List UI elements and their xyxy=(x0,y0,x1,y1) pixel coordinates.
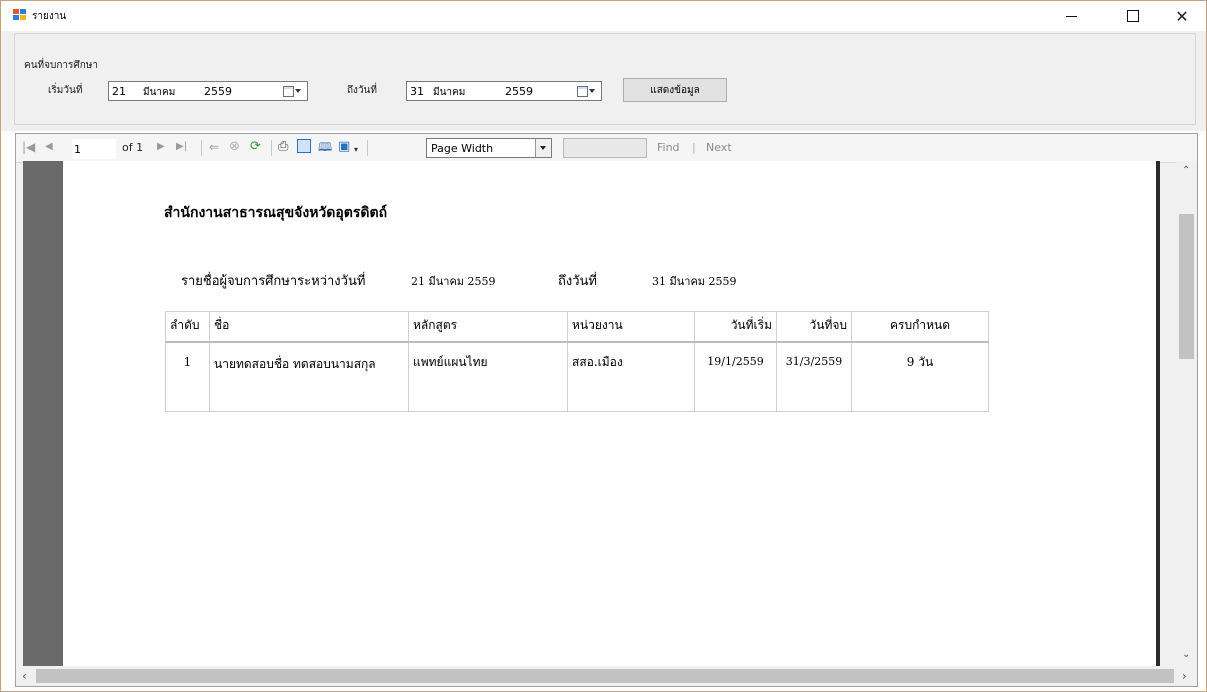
column-header: ชื่อ xyxy=(209,311,409,343)
find-text-input[interactable] xyxy=(563,138,647,158)
page-count: of 1 xyxy=(122,141,144,154)
row-name: นายทดสอบชื่อ ทดสอบนามสกุล xyxy=(209,341,409,412)
report-toolbar: |◀ ◀ of 1 ▶ ▶| ⇐ ⊗ ⟳ ⎙ 🕮 ▣ ▾ Page Width … xyxy=(16,134,1197,163)
horizontal-scroll-thumb[interactable] xyxy=(36,669,1174,683)
graduates-table: ลำดับ ชื่อ หลักสูตร หน่วยงาน วันที่เริ่ม… xyxy=(165,311,989,412)
vertical-scroll-thumb[interactable] xyxy=(1179,214,1194,359)
row-duration: 9 วัน xyxy=(851,341,989,412)
current-page-input[interactable] xyxy=(72,139,116,159)
column-header: ครบกำหนด xyxy=(851,311,989,343)
end-date-picker[interactable]: 31 มีนาคม 2559 xyxy=(406,81,602,101)
zoom-value: Page Width xyxy=(431,142,494,155)
next-page-icon[interactable]: ▶ xyxy=(157,140,165,154)
previous-page-icon[interactable]: ◀ xyxy=(45,140,53,154)
close-button[interactable]: ✕ xyxy=(1159,1,1205,31)
window-title: รายงาน xyxy=(32,11,67,22)
end-month[interactable]: มีนาคม xyxy=(433,85,465,100)
scroll-down-icon[interactable]: ⌄ xyxy=(1182,649,1190,660)
row-end-date: 31/3/2559 xyxy=(776,341,852,412)
minimize-button[interactable] xyxy=(1048,1,1094,31)
column-header: ลำดับ xyxy=(165,311,210,343)
report-page xyxy=(63,161,1159,666)
end-date-dropdown[interactable] xyxy=(575,85,597,97)
first-page-icon[interactable]: |◀ xyxy=(22,140,35,154)
print-icon[interactable]: ⎙ xyxy=(278,140,288,154)
column-header: หน่วยงาน xyxy=(567,311,695,343)
calendar-icon xyxy=(283,86,294,97)
show-data-button[interactable]: แสดงข้อมูล xyxy=(623,78,727,102)
end-year[interactable]: 2559 xyxy=(505,85,533,98)
page-setup-icon[interactable]: 🕮 xyxy=(318,140,332,154)
page-edge xyxy=(1156,161,1160,666)
print-layout-icon[interactable] xyxy=(297,139,311,153)
report-canvas xyxy=(23,161,1160,666)
find-separator: | xyxy=(692,141,696,154)
list-title: รายชื่อผู้จบการศึกษาระหว่างวันที่ xyxy=(181,274,366,289)
app-icon xyxy=(13,9,27,21)
row-course: แพทย์แผนไทย xyxy=(408,341,568,412)
chevron-down-icon xyxy=(295,89,301,93)
organization-title: สำนักงานสาธารณสุขจังหวัดอุตรดิตถ์ xyxy=(164,205,388,221)
table-row: 1 นายทดสอบชื่อ ทดสอบนามสกุล แพทย์แผนไทย … xyxy=(165,341,989,412)
minimize-icon xyxy=(1065,15,1077,17)
maximize-icon xyxy=(1127,10,1139,22)
horizontal-scrollbar[interactable]: ‹ › xyxy=(16,666,1197,686)
toolbar-separator xyxy=(201,140,202,156)
graduates-groupbox xyxy=(14,33,1196,125)
table-header-row: ลำดับ ชื่อ หลักสูตร หน่วยงาน วันที่เริ่ม… xyxy=(165,311,989,343)
title-bar: รายงาน ✕ xyxy=(1,1,1206,31)
toolbar-separator xyxy=(367,140,368,156)
scroll-left-icon[interactable]: ‹ xyxy=(22,669,27,683)
end-date-label: ถึงวันที่ xyxy=(347,85,377,96)
row-start-date: 19/1/2559 xyxy=(694,341,777,412)
scroll-right-icon[interactable]: › xyxy=(1182,669,1187,683)
find-link[interactable]: Find xyxy=(657,141,680,154)
scroll-up-icon[interactable]: ⌃ xyxy=(1182,165,1190,176)
start-date-picker[interactable]: 21 มีนาคม 2559 xyxy=(108,81,308,101)
column-header: วันที่เริ่ม xyxy=(694,311,777,343)
column-header: วันที่จบ xyxy=(776,311,852,343)
vertical-scrollbar[interactable]: ⌃ ⌄ xyxy=(1176,161,1197,666)
export-icon[interactable]: ▣ xyxy=(338,140,350,154)
chevron-down-icon xyxy=(589,89,595,93)
start-year[interactable]: 2559 xyxy=(204,85,232,98)
end-date-value: 31 มีนาคม 2559 xyxy=(652,275,737,288)
export-dropdown-icon[interactable]: ▾ xyxy=(354,143,358,157)
refresh-icon[interactable]: ⟳ xyxy=(250,140,261,154)
last-page-icon[interactable]: ▶| xyxy=(176,140,187,154)
start-month[interactable]: มีนาคม xyxy=(143,85,175,100)
back-icon[interactable]: ⇐ xyxy=(209,140,219,154)
toolbar-separator xyxy=(271,140,272,156)
groupbox-label: คนที่จบการศึกษา xyxy=(21,58,101,73)
zoom-dropdown-icon[interactable] xyxy=(535,139,551,157)
stop-icon[interactable]: ⊗ xyxy=(229,140,240,154)
row-number: 1 xyxy=(165,341,210,412)
to-label: ถึงวันที่ xyxy=(558,274,597,289)
start-date-label: เริ่มวันที่ xyxy=(48,85,83,96)
end-day[interactable]: 31 xyxy=(410,85,424,98)
calendar-icon xyxy=(577,86,588,97)
start-date-dropdown[interactable] xyxy=(281,85,303,97)
close-icon: ✕ xyxy=(1175,6,1189,26)
report-window: รายงาน ✕ คนที่จบการศึกษา เริ่มวันที่ 21 … xyxy=(0,0,1207,692)
zoom-select[interactable]: Page Width xyxy=(426,138,552,158)
start-date-value: 21 มีนาคม 2559 xyxy=(411,275,496,288)
column-header: หลักสูตร xyxy=(408,311,568,343)
find-next-link[interactable]: Next xyxy=(706,141,732,154)
maximize-button[interactable] xyxy=(1110,1,1156,31)
row-unit: สสอ.เมือง xyxy=(567,341,695,412)
start-day[interactable]: 21 xyxy=(112,85,126,98)
